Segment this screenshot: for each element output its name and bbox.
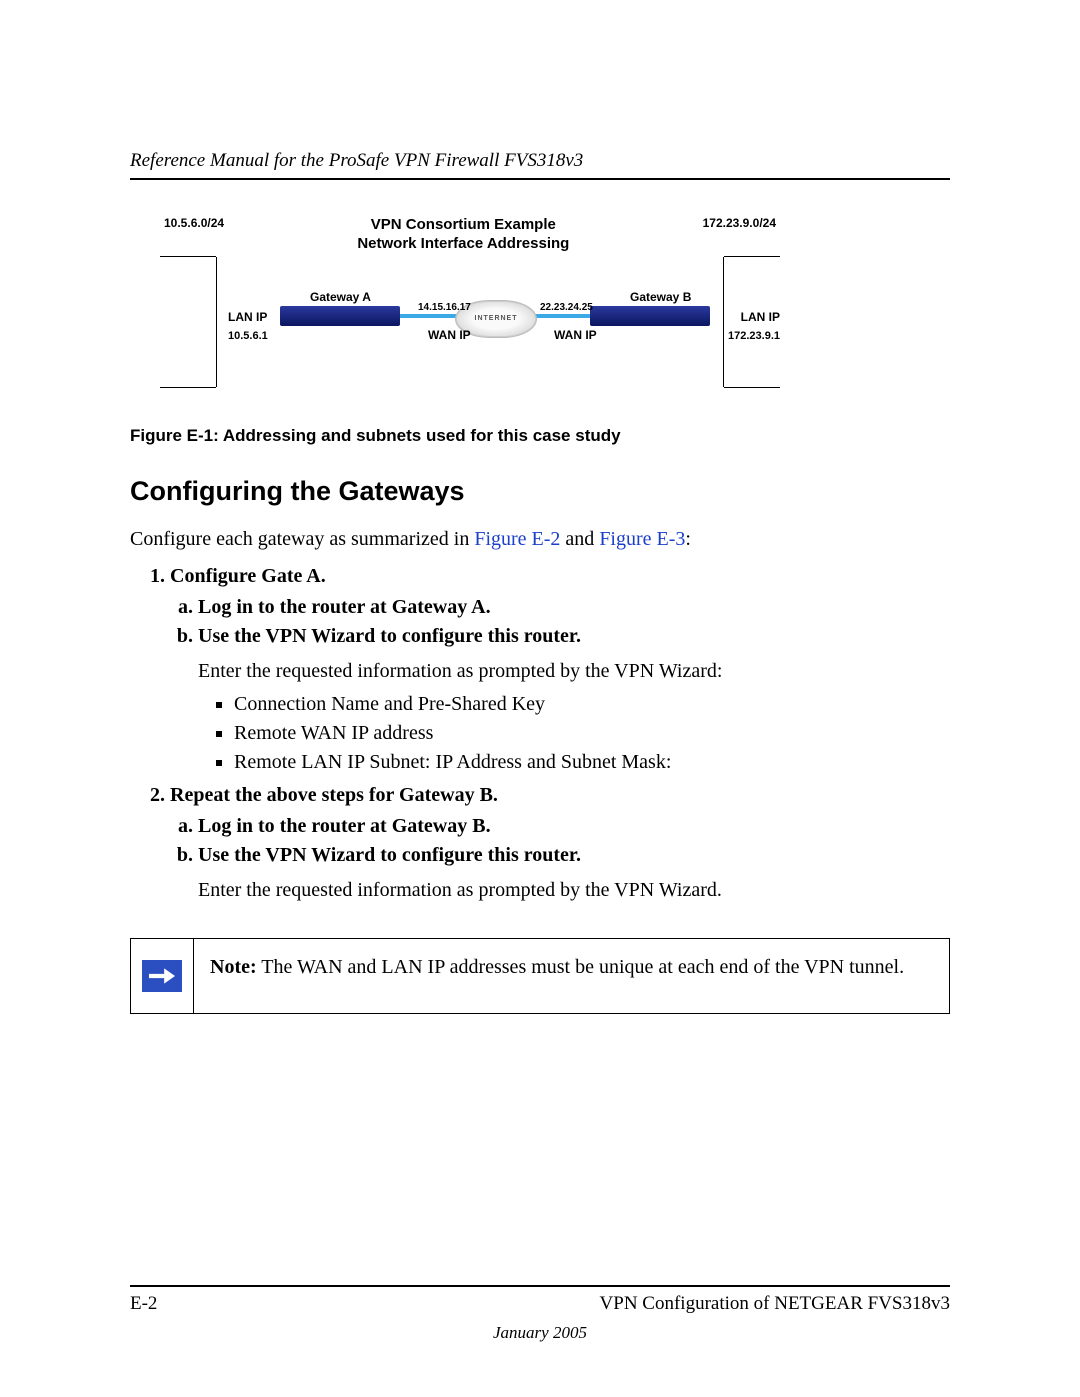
note-icon-cell bbox=[131, 939, 194, 1013]
subnet-b: 172.23.9.0/24 bbox=[703, 216, 776, 230]
step-2b-desc: Enter the requested information as promp… bbox=[198, 877, 950, 904]
subnet-a: 10.5.6.0/24 bbox=[164, 216, 224, 230]
page-footer: E-2 VPN Configuration of NETGEAR FVS318v… bbox=[130, 1285, 950, 1315]
router-a-icon bbox=[280, 306, 400, 326]
wan-ip-label-a: WAN IP bbox=[428, 328, 471, 342]
note-text: Note: The WAN and LAN IP addresses must … bbox=[194, 939, 949, 1013]
router-b-icon bbox=[590, 306, 710, 326]
document-page: Reference Manual for the ProSafe VPN Fir… bbox=[0, 0, 1080, 1397]
link-b bbox=[534, 314, 590, 318]
bullet-3: Remote LAN IP Subnet: IP Address and Sub… bbox=[234, 751, 950, 774]
lan-ip-b: 172.23.9.1 bbox=[728, 330, 780, 342]
bullet-1: Connection Name and Pre-Shared Key bbox=[234, 693, 950, 716]
lan-ip-label-a: LAN IP bbox=[228, 310, 267, 324]
wan-ip-label-b: WAN IP bbox=[554, 328, 597, 342]
step-1b-desc: Enter the requested information as promp… bbox=[198, 658, 950, 685]
lan-ip-label-b: LAN IP bbox=[741, 310, 780, 324]
arrow-right-icon bbox=[142, 960, 182, 992]
bullet-2: Remote WAN IP address bbox=[234, 722, 950, 745]
wan-ip-b: 22.23.24.25 bbox=[540, 302, 593, 313]
link-a bbox=[400, 314, 456, 318]
wan-ip-a: 14.15.16.17 bbox=[418, 302, 471, 313]
step-1b: Use the VPN Wizard to configure this rou… bbox=[198, 625, 950, 774]
figure-link-e3[interactable]: Figure E-3 bbox=[599, 528, 685, 550]
page-number: E-2 bbox=[130, 1293, 157, 1315]
note-box: Note: The WAN and LAN IP addresses must … bbox=[130, 938, 950, 1014]
footer-date: January 2005 bbox=[0, 1323, 1080, 1343]
intro-paragraph: Configure each gateway as summarized in … bbox=[130, 525, 950, 553]
wizard-bullets: Connection Name and Pre-Shared Key Remot… bbox=[198, 693, 950, 774]
section-heading: Configuring the Gateways bbox=[130, 476, 950, 507]
footer-title: VPN Configuration of NETGEAR FVS318v3 bbox=[600, 1293, 950, 1315]
procedure-list: Configure Gate A. Log in to the router a… bbox=[130, 565, 950, 904]
diagram-title-1: VPN Consortium Example bbox=[371, 216, 556, 233]
lan-ip-a: 10.5.6.1 bbox=[228, 330, 268, 342]
note-label: Note: bbox=[210, 956, 257, 978]
network-diagram: 10.5.6.0/24 VPN Consortium Example Netwo… bbox=[160, 216, 780, 390]
step-2b: Use the VPN Wizard to configure this rou… bbox=[198, 844, 950, 904]
step-1: Configure Gate A. Log in to the router a… bbox=[170, 565, 950, 774]
gateway-b-label: Gateway B bbox=[630, 290, 691, 304]
running-header: Reference Manual for the ProSafe VPN Fir… bbox=[130, 150, 950, 180]
gateway-a-label: Gateway A bbox=[310, 290, 371, 304]
step-1a: Log in to the router at Gateway A. bbox=[198, 596, 950, 619]
step-2a: Log in to the router at Gateway B. bbox=[198, 815, 950, 838]
figure-caption: Figure E-1: Addressing and subnets used … bbox=[130, 426, 950, 446]
step-2: Repeat the above steps for Gateway B. Lo… bbox=[170, 784, 950, 904]
figure-link-e2[interactable]: Figure E-2 bbox=[474, 528, 560, 550]
